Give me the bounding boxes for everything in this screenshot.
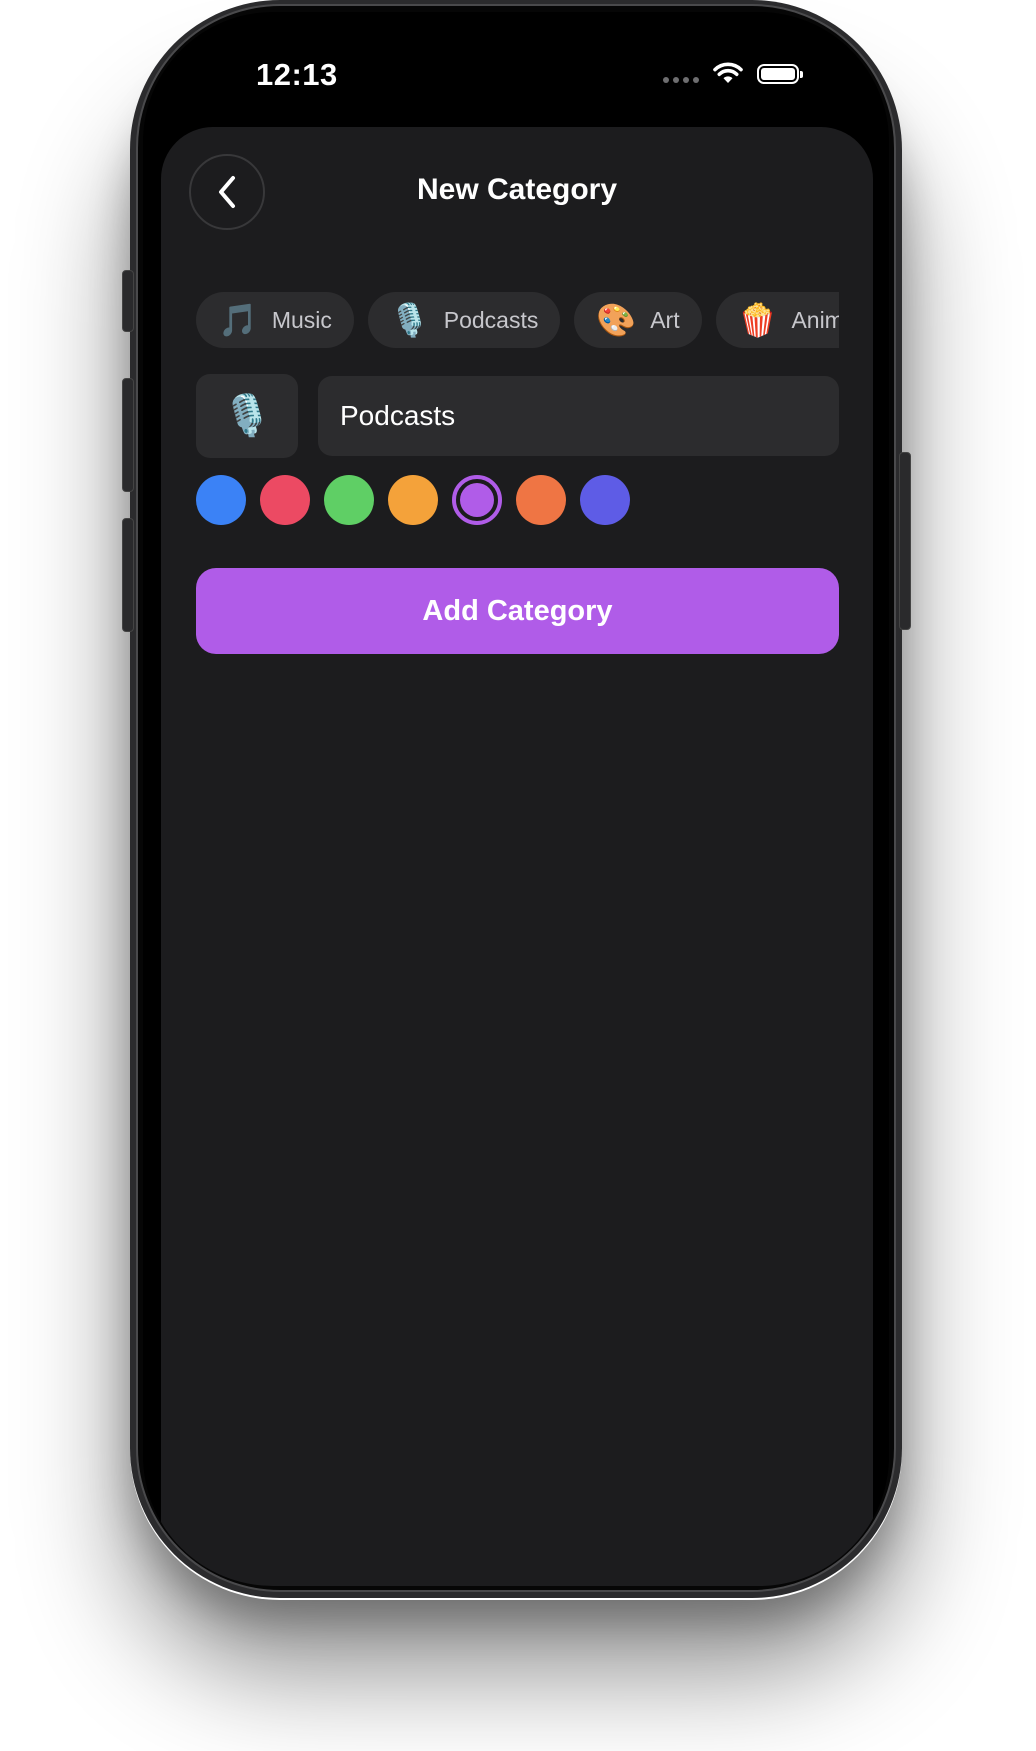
color-swatches <box>196 475 630 525</box>
preset-chip-music[interactable]: 🎵 Music <box>196 292 354 348</box>
action-button <box>122 270 134 332</box>
color-swatch[interactable] <box>196 475 246 525</box>
status-icons <box>663 62 803 86</box>
preset-chip-art[interactable]: 🎨 Art <box>574 292 702 348</box>
preset-label: Art <box>650 306 680 333</box>
emoji-picker-button[interactable]: 🎙️ <box>196 374 298 458</box>
battery-icon <box>757 64 803 84</box>
preset-emoji: 🎨 <box>596 302 637 338</box>
volume-down-button <box>122 518 134 632</box>
color-swatch[interactable] <box>260 475 310 525</box>
power-button <box>899 452 911 630</box>
wifi-icon <box>713 62 743 83</box>
volume-up-button <box>122 378 134 492</box>
preset-emoji: 🎙️ <box>389 302 430 338</box>
color-swatch[interactable] <box>388 475 438 525</box>
status-time: 12:13 <box>256 57 338 92</box>
color-swatch[interactable] <box>580 475 630 525</box>
preset-label: Podcasts <box>443 306 539 333</box>
preset-label: Anime <box>791 306 839 333</box>
preset-emoji: 🎵 <box>218 302 258 338</box>
color-swatch[interactable] <box>516 475 566 525</box>
screen: 12:13 New Category 🎵 Music 🎙️ Podcasts 🎨… <box>143 12 889 1586</box>
stage: 12:13 New Category 🎵 Music 🎙️ Podcasts 🎨… <box>0 0 1036 1751</box>
add-category-button[interactable]: Add Category <box>196 568 839 654</box>
preset-chip-podcasts[interactable]: 🎙️ Podcasts <box>367 292 561 348</box>
page-title: New Category <box>416 173 618 206</box>
preset-chip-anime[interactable]: 🍿 Anime <box>715 292 839 348</box>
cellular-signal-icon <box>663 77 699 83</box>
preset-label: Music <box>271 306 332 333</box>
preset-emoji: 🍿 <box>737 302 778 338</box>
new-category-sheet: New Category 🎵Music🎙️Podcasts🎨Art🍿Anime … <box>161 127 873 1586</box>
preset-chips-scroller[interactable]: 🎵 Music 🎙️ Podcasts 🎨 Art 🍿 Anime <box>196 292 839 350</box>
category-name-input[interactable] <box>318 376 839 456</box>
color-swatch[interactable] <box>452 475 502 525</box>
selected-emoji: 🎙️ <box>222 394 272 438</box>
preset-chips: 🎵 Music 🎙️ Podcasts 🎨 Art 🍿 Anime <box>196 292 839 348</box>
color-swatch[interactable] <box>324 475 374 525</box>
